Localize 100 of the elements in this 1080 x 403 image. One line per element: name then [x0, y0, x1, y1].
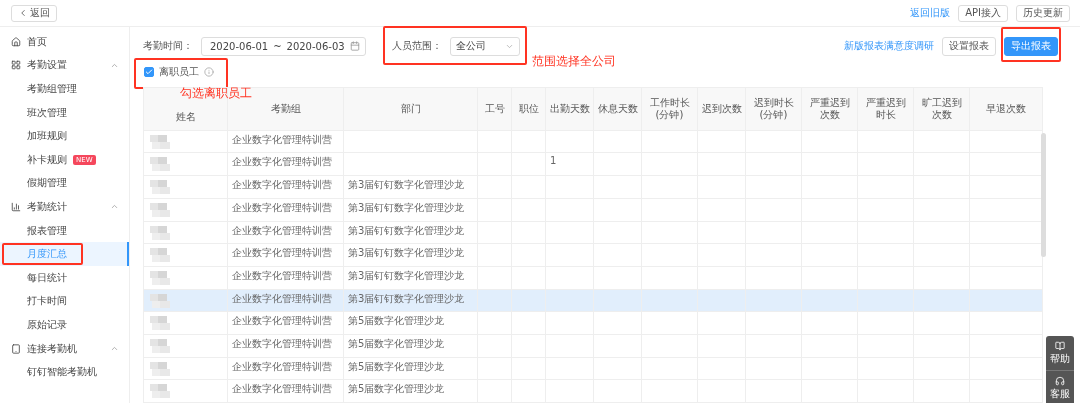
table-cell: [642, 312, 698, 335]
headset-icon: [1055, 375, 1065, 386]
column-header: 工作时长(分钟): [642, 87, 698, 131]
annotation-text: 勾选离职员工: [180, 85, 252, 103]
grid-icon: [11, 60, 21, 71]
table-cell: [802, 266, 858, 290]
table-row[interactable]: 企业数字化管理特训营 第3届钉钉数字化管理沙龙: [144, 176, 1043, 199]
sidebar-subitem-label: 考勤组管理: [27, 82, 77, 96]
table-cell: [512, 312, 546, 335]
sidebar-subitem-label: 假期管理: [27, 176, 67, 191]
table-cell: 第5届数字化管理沙龙: [344, 312, 478, 335]
checkbox[interactable]: [144, 67, 154, 78]
column-header: 出勤天数: [546, 87, 594, 131]
calendar-icon: [349, 41, 360, 52]
table-row[interactable]: 企业数字化管理特训营 第5届数字化管理沙龙: [144, 312, 1043, 335]
table-row[interactable]: 企业数字化管理特训营 第3届钉钉数字化管理沙龙: [144, 244, 1043, 267]
scope-select[interactable]: 全公司: [449, 36, 520, 56]
table-cell: [802, 312, 858, 335]
sidebar-item[interactable]: 考勤统计: [0, 195, 129, 219]
table-cell: 第3届钉钉数字化管理沙龙: [344, 198, 478, 222]
sidebar-item-label: 考勤统计: [27, 199, 68, 214]
table-cell: [546, 312, 594, 335]
table-cell: [642, 266, 698, 290]
sidebar-item[interactable]: 首页: [0, 30, 129, 54]
table-row[interactable]: 企业数字化管理特训营 第3届钉钉数字化管理沙龙: [144, 221, 1043, 245]
table-row[interactable]: 企业数字化管理特训营: [144, 130, 1043, 154]
sidebar-subitem[interactable]: 钉钉智能考勤机: [0, 360, 129, 384]
settings-report-button[interactable]: 设置报表: [942, 36, 996, 56]
annotation-text: 范围选择全公司: [531, 52, 616, 70]
sidebar-subitem-label: 月度汇总: [27, 247, 67, 262]
table-cell: [594, 312, 642, 335]
sidebar-subitem[interactable]: 原始记录: [0, 313, 129, 337]
table-cell: [698, 266, 746, 290]
table-cell: 企业数字化管理特训营: [228, 334, 344, 358]
sidebar-subitem[interactable]: 假期管理: [0, 171, 129, 196]
sidebar-item[interactable]: 考勤设置: [0, 53, 129, 78]
sidebar-subitem[interactable]: 打卡时间: [0, 289, 129, 314]
table-cell: 企业数字化管理特训营: [228, 176, 344, 199]
sidebar-item-label: 考勤设置: [27, 58, 68, 73]
table-row[interactable]: 企业数字化管理特训营 第5届数字化管理沙龙: [144, 334, 1043, 358]
column-header: 早退次数: [970, 87, 1043, 131]
column-header: 休息天数: [594, 87, 642, 131]
table-row[interactable]: 企业数字化管理特训营 第3届钉钉数字化管理沙龙: [144, 289, 1043, 313]
table-cell: 第3届钉钉数字化管理沙龙: [344, 266, 478, 290]
top-button[interactable]: API接入: [958, 4, 1008, 22]
column-header: 职位: [512, 87, 546, 131]
info-icon: [204, 67, 214, 78]
sidebar-subitem-label: 钉钉智能考勤机: [27, 365, 97, 380]
table-cell: 企业数字化管理特训营: [228, 266, 344, 290]
table-cell: 企业数字化管理特训营: [228, 380, 344, 403]
sidebar-item[interactable]: 连接考勤机: [0, 336, 129, 361]
table-cell: 第3届钉钉数字化管理沙龙: [344, 244, 478, 267]
scope-label: 人员范围：: [391, 39, 442, 54]
sidebar-item-label: 首页: [27, 34, 48, 49]
sidebar-subitem-label: 原始记录: [27, 317, 67, 332]
sidebar-subitem[interactable]: 考勤组管理: [0, 77, 129, 101]
table-cell: [858, 266, 914, 290]
sidebar-subitem-label: 每日统计: [27, 270, 67, 285]
scrollbar[interactable]: [1041, 132, 1046, 257]
sidebar-item-label: 连接考勤机: [27, 341, 78, 356]
book-icon: [1055, 340, 1065, 351]
chevron-left-icon: [18, 8, 28, 18]
sidebar-subitem-label: 班次管理: [27, 105, 67, 120]
table-cell: [746, 266, 802, 290]
home-icon: [11, 36, 21, 47]
column-header: 迟到时长(分钟): [746, 87, 802, 131]
date-range-field[interactable]: 2020-06-01 ~ 2020-06-03: [201, 36, 366, 56]
table-cell: [914, 312, 970, 335]
sidebar-subitem[interactable]: 每日统计: [0, 265, 129, 290]
table-cell: [478, 266, 512, 290]
column-header: 工号: [478, 87, 512, 131]
column-header: 迟到次数: [698, 87, 746, 131]
column-header: 严重迟到次数: [802, 87, 858, 131]
top-button[interactable]: 历史更新: [1016, 4, 1070, 22]
table-row[interactable]: 企业数字化管理特训营 第3届钉钉数字化管理沙龙: [144, 266, 1043, 290]
table-row[interactable]: 企业数字化管理特训营 第5届数字化管理沙龙: [144, 357, 1043, 381]
table-cell: [746, 312, 802, 335]
back-button[interactable]: 返回: [11, 4, 57, 22]
sidebar-subitem[interactable]: 班次管理: [0, 100, 129, 125]
table-row[interactable]: 企业数字化管理特训营 1: [144, 153, 1043, 177]
sidebar-subitem-label: 补卡规则: [27, 152, 67, 167]
highlight-frame: [1001, 26, 1061, 62]
table-cell: 第5届数字化管理沙龙: [344, 380, 478, 403]
sidebar-subitem-label: 加班规则: [27, 129, 67, 144]
checkbox-label: 离职员工: [159, 65, 199, 80]
tablet-icon: [11, 343, 21, 354]
sidebar-subitem[interactable]: 加班规则: [0, 124, 129, 148]
table-cell: 第5届数字化管理沙龙: [344, 334, 478, 358]
column-header: 严重迟到时长: [858, 87, 914, 131]
table-cell: 第3届钉钉数字化管理沙龙: [344, 176, 478, 199]
help-widget-item[interactable]: 客服: [1046, 371, 1074, 403]
table-row[interactable]: 企业数字化管理特训营 第5届数字化管理沙龙: [144, 380, 1043, 403]
help-widget-item[interactable]: 帮助: [1046, 336, 1074, 371]
table-cell: 企业数字化管理特训营: [228, 244, 344, 267]
table-cell: [698, 312, 746, 335]
table-cell: [858, 312, 914, 335]
sidebar-subitem[interactable]: 报表管理: [0, 218, 129, 243]
table-row[interactable]: 企业数字化管理特训营 第3届钉钉数字化管理沙龙: [144, 198, 1043, 222]
date-label: 考勤时间：: [143, 39, 193, 54]
column-header: 部门: [344, 87, 478, 131]
